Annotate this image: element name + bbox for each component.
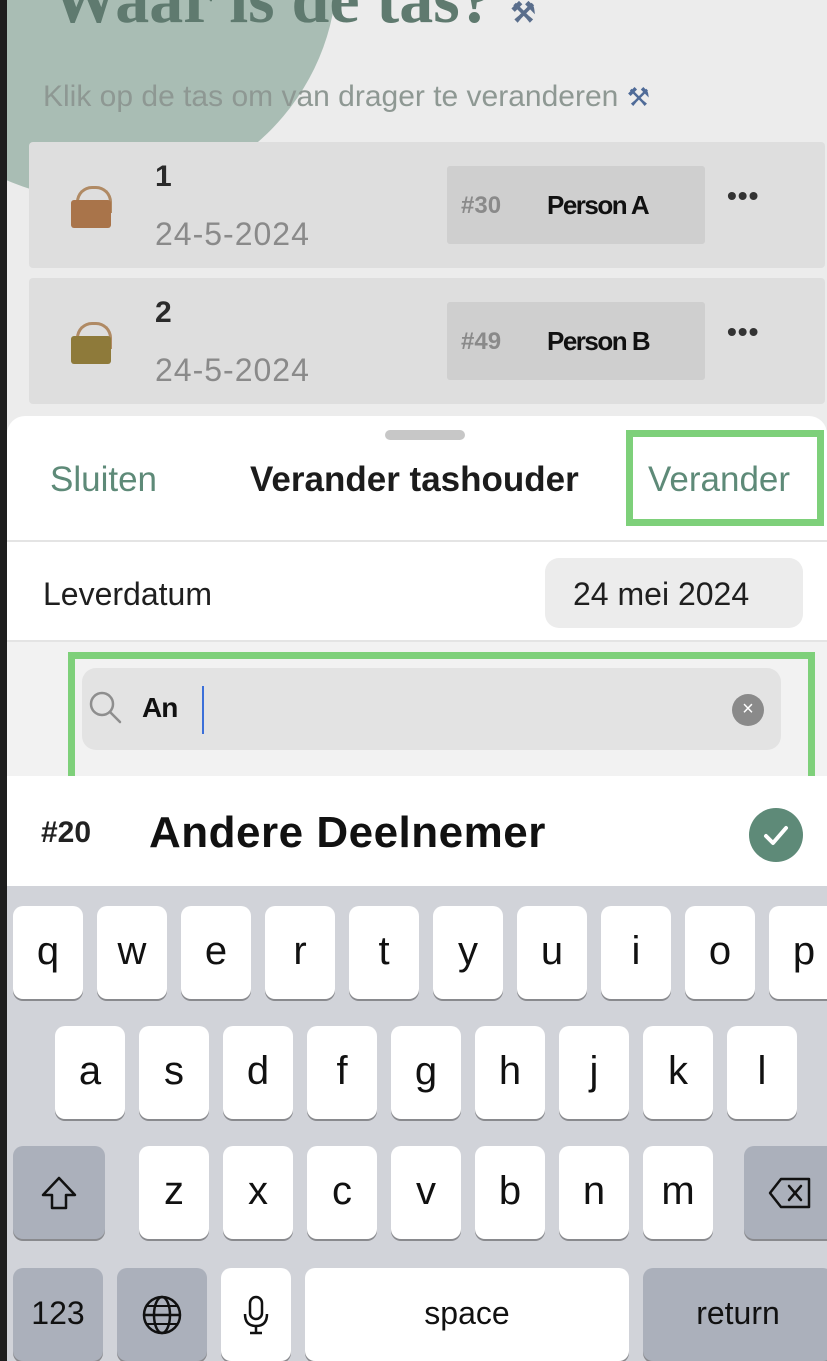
divider bbox=[7, 540, 827, 542]
bag-card[interactable]: 1 24-5-2024 #30 Person A ••• bbox=[29, 142, 825, 268]
key-z[interactable]: z bbox=[139, 1146, 209, 1239]
microphone-key[interactable] bbox=[221, 1268, 291, 1361]
holder-box[interactable]: #49 Person B bbox=[447, 302, 705, 380]
key-m[interactable]: m bbox=[643, 1146, 713, 1239]
return-key[interactable]: return bbox=[643, 1268, 827, 1361]
key-t[interactable]: t bbox=[349, 906, 419, 999]
globe-key[interactable] bbox=[117, 1268, 207, 1361]
delivery-date-label: Leverdatum bbox=[43, 576, 212, 612]
app-screen: Waar is de tas? ⚒ Klik op de tas om van … bbox=[7, 0, 827, 1361]
key-n[interactable]: n bbox=[559, 1146, 629, 1239]
key-q[interactable]: q bbox=[13, 906, 83, 999]
key-s[interactable]: s bbox=[139, 1026, 209, 1119]
participant-name: Andere Deelnemer bbox=[149, 808, 546, 857]
key-x[interactable]: x bbox=[223, 1146, 293, 1239]
backspace-icon bbox=[768, 1178, 811, 1209]
key-j[interactable]: j bbox=[559, 1026, 629, 1119]
key-r[interactable]: r bbox=[265, 906, 335, 999]
background-page: Waar is de tas? ⚒ Klik op de tas om van … bbox=[7, 0, 827, 430]
microphone-icon bbox=[243, 1296, 269, 1335]
tools-icon: ⚒ bbox=[626, 82, 650, 112]
bag-icon[interactable] bbox=[71, 186, 112, 228]
sheet-grabber[interactable] bbox=[385, 430, 465, 440]
bag-date: 24-5-2024 bbox=[155, 216, 310, 252]
checkmark-icon bbox=[749, 808, 803, 862]
key-d[interactable]: d bbox=[223, 1026, 293, 1119]
numbers-key[interactable]: 123 bbox=[13, 1268, 103, 1361]
delivery-date-picker[interactable]: 24 mei 2024 bbox=[545, 558, 803, 628]
on-screen-keyboard: q w e r t y u i o p a s d f g h j k l z … bbox=[7, 886, 827, 1361]
page-subtitle: Klik op de tas om van drager te verander… bbox=[43, 80, 650, 113]
key-y[interactable]: y bbox=[433, 906, 503, 999]
backspace-key[interactable] bbox=[744, 1146, 827, 1239]
holder-number: #49 bbox=[461, 328, 502, 355]
key-g[interactable]: g bbox=[391, 1026, 461, 1119]
space-key[interactable]: space bbox=[305, 1268, 629, 1361]
sheet-title: Verander tashouder bbox=[250, 460, 579, 499]
key-k[interactable]: k bbox=[643, 1026, 713, 1119]
text-cursor bbox=[202, 686, 204, 734]
search-icon bbox=[89, 691, 122, 724]
key-i[interactable]: i bbox=[601, 906, 671, 999]
key-a[interactable]: a bbox=[55, 1026, 125, 1119]
key-p[interactable]: p bbox=[769, 906, 827, 999]
bag-card[interactable]: 2 24-5-2024 #49 Person B ••• bbox=[29, 278, 825, 404]
page-title: Waar is de tas? ⚒ bbox=[51, 0, 536, 39]
participant-number: #20 bbox=[41, 816, 92, 849]
list-item[interactable]: #20 Andere Deelnemer bbox=[7, 776, 827, 886]
key-f[interactable]: f bbox=[307, 1026, 377, 1119]
key-v[interactable]: v bbox=[391, 1146, 461, 1239]
search-value: An bbox=[142, 692, 178, 723]
search-input[interactable]: An × bbox=[82, 668, 781, 750]
more-options-button[interactable]: ••• bbox=[727, 180, 759, 212]
holder-name: Person A bbox=[547, 190, 650, 220]
bag-date: 24-5-2024 bbox=[155, 352, 310, 388]
key-h[interactable]: h bbox=[475, 1026, 545, 1119]
key-b[interactable]: b bbox=[475, 1146, 545, 1239]
clear-icon[interactable]: × bbox=[732, 694, 764, 726]
globe-icon bbox=[142, 1296, 182, 1335]
key-c[interactable]: c bbox=[307, 1146, 377, 1239]
holder-number: #30 bbox=[461, 192, 502, 219]
change-holder-sheet: Sluiten Verander tashouder Verander Leve… bbox=[7, 416, 827, 886]
bag-number: 2 bbox=[155, 296, 172, 329]
key-e[interactable]: e bbox=[181, 906, 251, 999]
tools-icon: ⚒ bbox=[510, 0, 536, 29]
bag-number: 1 bbox=[155, 160, 172, 193]
key-w[interactable]: w bbox=[97, 906, 167, 999]
holder-name: Person B bbox=[547, 326, 651, 356]
change-button[interactable]: Verander bbox=[648, 460, 790, 500]
shift-icon bbox=[41, 1177, 77, 1210]
more-options-button[interactable]: ••• bbox=[727, 316, 759, 348]
key-l[interactable]: l bbox=[727, 1026, 797, 1119]
key-u[interactable]: u bbox=[517, 906, 587, 999]
close-button[interactable]: Sluiten bbox=[50, 460, 157, 500]
key-o[interactable]: o bbox=[685, 906, 755, 999]
bag-icon[interactable] bbox=[71, 322, 112, 364]
shift-key[interactable] bbox=[13, 1146, 105, 1239]
holder-box[interactable]: #30 Person A bbox=[447, 166, 705, 244]
